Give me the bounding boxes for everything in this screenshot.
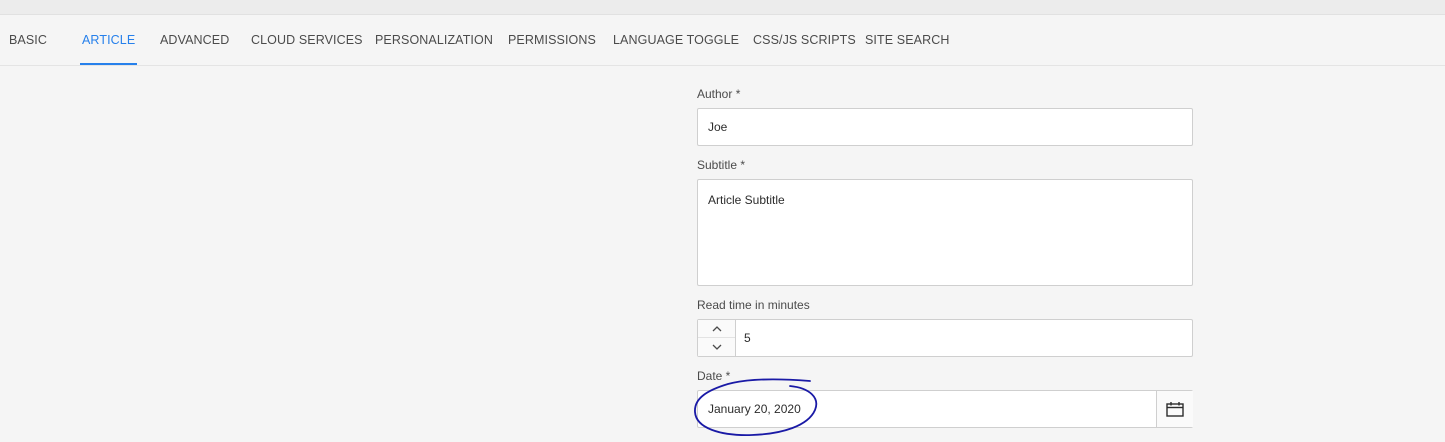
author-input[interactable]: [697, 108, 1193, 146]
subtitle-label: Subtitle *: [697, 158, 746, 172]
tab-bar: BASIC ARTICLE ADVANCED CLOUD SERVICES PE…: [0, 15, 1445, 66]
tab-cloud-services[interactable]: CLOUD SERVICES: [251, 15, 363, 65]
read-time-input[interactable]: [736, 320, 1191, 356]
read-time-label: Read time in minutes: [697, 298, 810, 312]
date-picker: [697, 390, 1193, 428]
date-input[interactable]: [698, 391, 1156, 427]
top-bar: [0, 0, 1445, 15]
tab-css-js-scripts[interactable]: CSS/JS SCRIPTS: [753, 15, 856, 65]
step-down-button[interactable]: [698, 338, 735, 356]
subtitle-textarea[interactable]: Article Subtitle: [697, 179, 1193, 286]
page-properties-dialog: BASIC ARTICLE ADVANCED CLOUD SERVICES PE…: [0, 0, 1445, 442]
calendar-icon: [1166, 402, 1184, 417]
tab-advanced[interactable]: ADVANCED: [160, 15, 229, 65]
date-label: Date *: [697, 369, 731, 383]
stepper-buttons: [698, 320, 736, 356]
step-up-button[interactable]: [698, 320, 735, 338]
chevron-up-icon: [712, 325, 721, 331]
author-label: Author *: [697, 87, 741, 101]
chevron-down-icon: [712, 344, 721, 350]
tab-article[interactable]: ARTICLE: [79, 15, 138, 65]
tab-site-search[interactable]: SITE SEARCH: [865, 15, 949, 65]
tab-language-toggle[interactable]: LANGUAGE TOGGLE: [613, 15, 739, 65]
calendar-button[interactable]: [1156, 391, 1193, 427]
read-time-stepper: [697, 319, 1193, 357]
tab-permissions[interactable]: PERMISSIONS: [508, 15, 596, 65]
tab-personalization[interactable]: PERSONALIZATION: [375, 15, 493, 65]
tab-basic[interactable]: BASIC: [9, 15, 47, 65]
